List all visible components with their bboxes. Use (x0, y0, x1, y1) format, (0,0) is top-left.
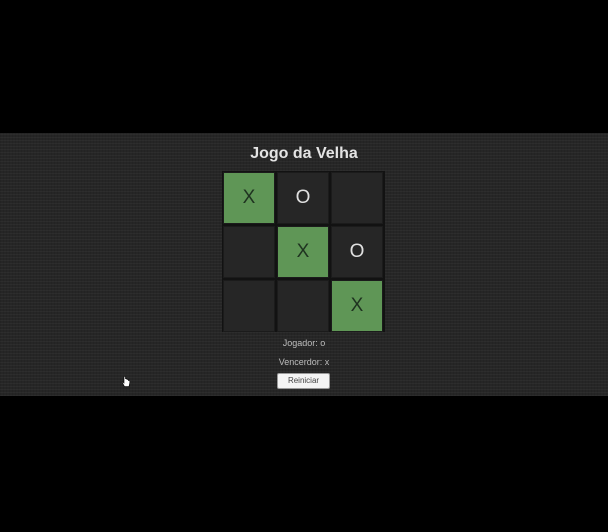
game-viewport: Jogo da Velha X O X O X Jogador: o Vence… (0, 133, 608, 396)
board-cell-5[interactable]: X (277, 226, 329, 278)
current-player-text: Jogador: o (282, 338, 326, 348)
board-cell-9[interactable]: X (331, 280, 383, 332)
game-title: Jogo da Velha (250, 145, 358, 162)
game-board: X O X O X (222, 171, 385, 332)
board-cell-2[interactable]: O (277, 172, 329, 224)
board-cell-3[interactable] (331, 172, 383, 224)
board-cell-4[interactable] (223, 226, 275, 278)
board-cell-1[interactable]: X (223, 172, 275, 224)
board-cell-8[interactable] (277, 280, 329, 332)
board-cell-6[interactable]: O (331, 226, 383, 278)
winner-text: Vencerdor: x (278, 357, 330, 367)
board-cell-7[interactable] (223, 280, 275, 332)
hand-cursor-icon (122, 376, 131, 387)
restart-button[interactable]: Reiniciar (277, 373, 330, 389)
